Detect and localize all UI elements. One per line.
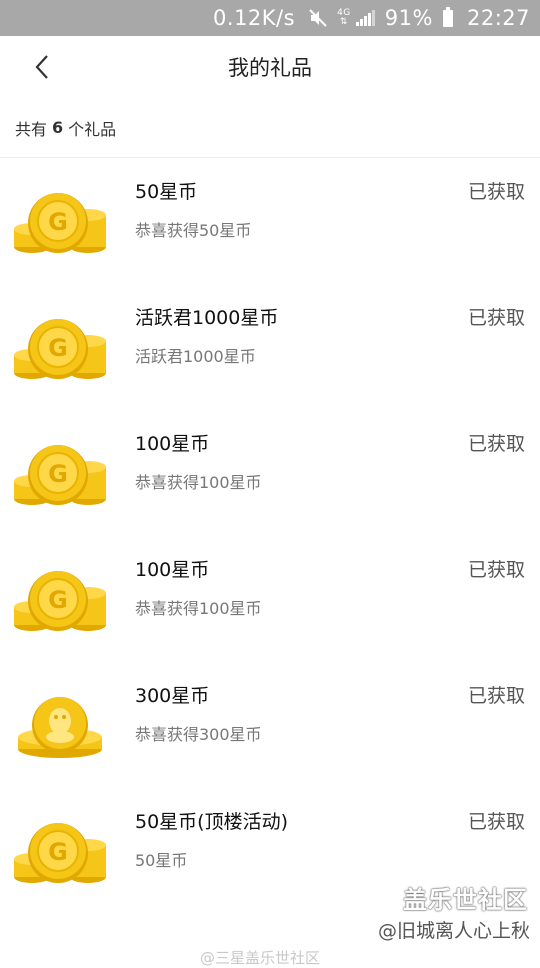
qq-coin-icon <box>18 697 102 758</box>
signal-icon <box>355 10 375 26</box>
gift-count: 6 <box>52 118 64 137</box>
mute-icon <box>309 9 327 27</box>
network-type-icon: 4G ⇅ <box>337 9 351 27</box>
gift-status: 已获取 <box>467 559 525 581</box>
svg-text:G: G <box>48 586 68 614</box>
net-speed: 0.12K/s <box>213 6 296 30</box>
gift-item[interactable]: G 100星币 恭喜获得100星币 已获取 <box>0 537 540 663</box>
gift-title: 活跃君1000星币 <box>135 307 279 329</box>
page-title: 我的礼品 <box>228 56 312 80</box>
watermark-author: @旧城离人心上秋 <box>377 920 530 942</box>
gift-desc: 恭喜获得50星币 <box>135 221 252 240</box>
watermark-footer: @三星盖乐世社区 <box>200 949 321 967</box>
gift-status: 已获取 <box>467 307 525 329</box>
gold-coin-stack-icon: G <box>14 445 106 505</box>
battery-percent: 91% <box>384 6 433 30</box>
gift-status: 已获取 <box>467 685 525 707</box>
gift-desc: 恭喜获得300星币 <box>135 725 262 744</box>
gift-title: 100星币 <box>135 433 210 455</box>
status-bar: 0.12K/s 4G ⇅ 91% 22:27 <box>0 0 540 36</box>
gift-desc: 活跃君1000星币 <box>135 347 256 366</box>
svg-text:G: G <box>48 334 68 362</box>
gift-count-bar: 共有 6 个礼品 <box>0 98 540 158</box>
gift-item[interactable]: G 活跃君1000星币 活跃君1000星币 已获取 <box>0 285 540 411</box>
clock: 22:27 <box>466 6 530 30</box>
gold-coin-stack-icon: G <box>14 571 106 631</box>
count-suffix: 个礼品 <box>68 119 117 139</box>
gift-title: 50星币(顶楼活动) <box>135 811 289 833</box>
gift-list: G 50星币 恭喜获得50星币 已获取 G 活跃君1000星币 活跃君1000星… <box>0 159 540 915</box>
gold-coin-stack-icon: G <box>14 193 106 253</box>
battery-icon <box>442 6 453 27</box>
app-header: 我的礼品 <box>0 36 540 98</box>
gift-title: 100星币 <box>135 559 210 581</box>
gift-desc: 恭喜获得100星币 <box>135 473 262 492</box>
back-button[interactable] <box>26 50 60 84</box>
gift-title: 50星币 <box>135 181 198 203</box>
count-prefix: 共有 <box>15 119 48 139</box>
gift-item[interactable]: G 50星币 恭喜获得50星币 已获取 <box>0 159 540 285</box>
data-arrows-icon: ⇅ <box>339 17 348 27</box>
battery-icon-wrap <box>442 6 457 27</box>
svg-text:G: G <box>48 208 68 236</box>
gold-coin-stack-icon: G <box>14 319 106 379</box>
gold-coin-stack-icon: G <box>14 823 106 883</box>
chevron-left-icon <box>35 55 48 79</box>
gift-status: 已获取 <box>467 181 525 203</box>
watermark-brand: 盖乐世社区 <box>403 886 528 914</box>
svg-text:G: G <box>48 838 68 866</box>
gift-item[interactable]: G 100星币 恭喜获得100星币 已获取 <box>0 411 540 537</box>
gift-title: 300星币 <box>135 685 210 707</box>
gift-item[interactable]: 300星币 恭喜获得300星币 已获取 <box>0 663 540 789</box>
gift-desc: 恭喜获得100星币 <box>135 599 262 618</box>
gift-status: 已获取 <box>467 433 525 455</box>
gift-status: 已获取 <box>467 811 525 833</box>
svg-text:G: G <box>48 460 68 488</box>
gift-desc: 50星币 <box>135 851 188 870</box>
